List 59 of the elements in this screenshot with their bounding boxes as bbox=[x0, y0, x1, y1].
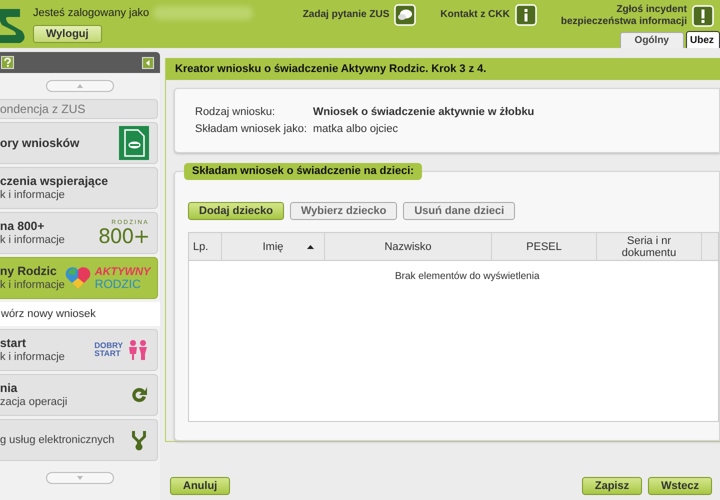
sidebar-item[interactable]: ory wniosków bbox=[0, 122, 158, 164]
header-link[interactable]: Zadaj pytanie ZUS bbox=[302, 4, 416, 26]
down-arrow-icon bbox=[77, 476, 83, 480]
sidebar-subitem[interactable]: wórz nowy wniosek bbox=[0, 302, 160, 326]
column-header[interactable]: Seria i nr dokumentu bbox=[597, 233, 702, 260]
action-button[interactable]: Dodaj dziecko bbox=[188, 202, 284, 220]
sidebar-item[interactable]: g usług elektronicznych bbox=[0, 419, 158, 461]
item-subtitle: g usług elektronicznych bbox=[0, 434, 114, 446]
column-header[interactable]: Nazwisko bbox=[325, 233, 492, 260]
wizard-title: Kreator wniosku o świadczenie Aktywny Rodzic. Krok 3 z 4. bbox=[166, 58, 720, 80]
empty-message: Brak elementów do wyświetlenia bbox=[395, 270, 540, 284]
item-subtitle: zacja operacji bbox=[0, 397, 68, 408]
header-link[interactable]: Kontakt z CKK bbox=[440, 4, 537, 26]
item-subtitle: k i informacje bbox=[0, 190, 66, 201]
info-value: Wniosek o świadczenie aktywnie w żłobku bbox=[313, 106, 534, 118]
info-label: Rodzaj wniosku: bbox=[195, 106, 276, 118]
tab[interactable]: Ubez bbox=[686, 31, 720, 48]
item-title: nia bbox=[0, 382, 18, 394]
children-icon bbox=[127, 339, 149, 361]
up-arrow-icon bbox=[77, 84, 83, 88]
item-title: start bbox=[0, 337, 28, 349]
info-icon bbox=[514, 4, 537, 26]
scroll-up-button[interactable] bbox=[46, 80, 114, 92]
help-icon[interactable] bbox=[1, 56, 14, 69]
dobry-start-logo: DOBRY START bbox=[94, 342, 123, 358]
sidebar-item[interactable]: czenia wspierające k i informacje bbox=[0, 167, 158, 209]
action-button[interactable]: Wstecz bbox=[648, 477, 712, 495]
share-icon bbox=[129, 429, 149, 451]
item-title: czenia wspierające bbox=[0, 175, 108, 187]
info-value: matka albo ojciec bbox=[313, 124, 398, 135]
tab[interactable]: Ogólny bbox=[620, 32, 684, 48]
item-title: ondencja z ZUS bbox=[0, 103, 86, 115]
scroll-down-button[interactable] bbox=[46, 472, 114, 484]
sidebar-item[interactable]: start k i informacje DOBRY START bbox=[0, 329, 158, 371]
item-subtitle: k i informacje bbox=[0, 280, 65, 291]
sidebar-item[interactable]: ny Rodzic k i informacje AKTYWNY RODZIC bbox=[0, 257, 158, 299]
section-title: Składam wniosek o świadczenie na dzieci: bbox=[184, 163, 422, 180]
action-button[interactable]: Anuluj bbox=[170, 477, 230, 495]
column-header[interactable]: Lp. bbox=[189, 233, 222, 260]
column-header[interactable]: PESEL bbox=[492, 233, 597, 260]
login-label: Jesteś zalogowany jako bbox=[33, 6, 150, 21]
chat-icon bbox=[394, 4, 416, 26]
item-title: na 800+ bbox=[0, 220, 46, 232]
alert-icon bbox=[692, 5, 714, 27]
item-subtitle: k i informacje bbox=[0, 352, 65, 363]
column-header[interactable]: Imię bbox=[222, 233, 325, 260]
heart-puzzle-icon bbox=[64, 266, 91, 290]
action-button[interactable]: Wyloguj bbox=[33, 24, 102, 42]
collapse-icon[interactable] bbox=[142, 56, 154, 68]
item-title: ory wniosków bbox=[0, 137, 80, 149]
sidebar-item[interactable]: nia zacja operacji bbox=[0, 374, 158, 416]
item-title: ny Rodzic bbox=[0, 265, 58, 277]
action-button[interactable]: Zapisz bbox=[582, 477, 642, 495]
info-label: Składam wniosek jako: bbox=[195, 124, 308, 135]
item-subtitle: k i informacje bbox=[0, 235, 65, 246]
header-link[interactable]: Zgłoś incydent bezpieczeństwa informacji bbox=[560, 4, 714, 28]
document-icon bbox=[119, 126, 149, 160]
aktywny-rodzic-logo: AKTYWNY RODZIC bbox=[94, 266, 150, 290]
sort-icon bbox=[307, 245, 314, 249]
